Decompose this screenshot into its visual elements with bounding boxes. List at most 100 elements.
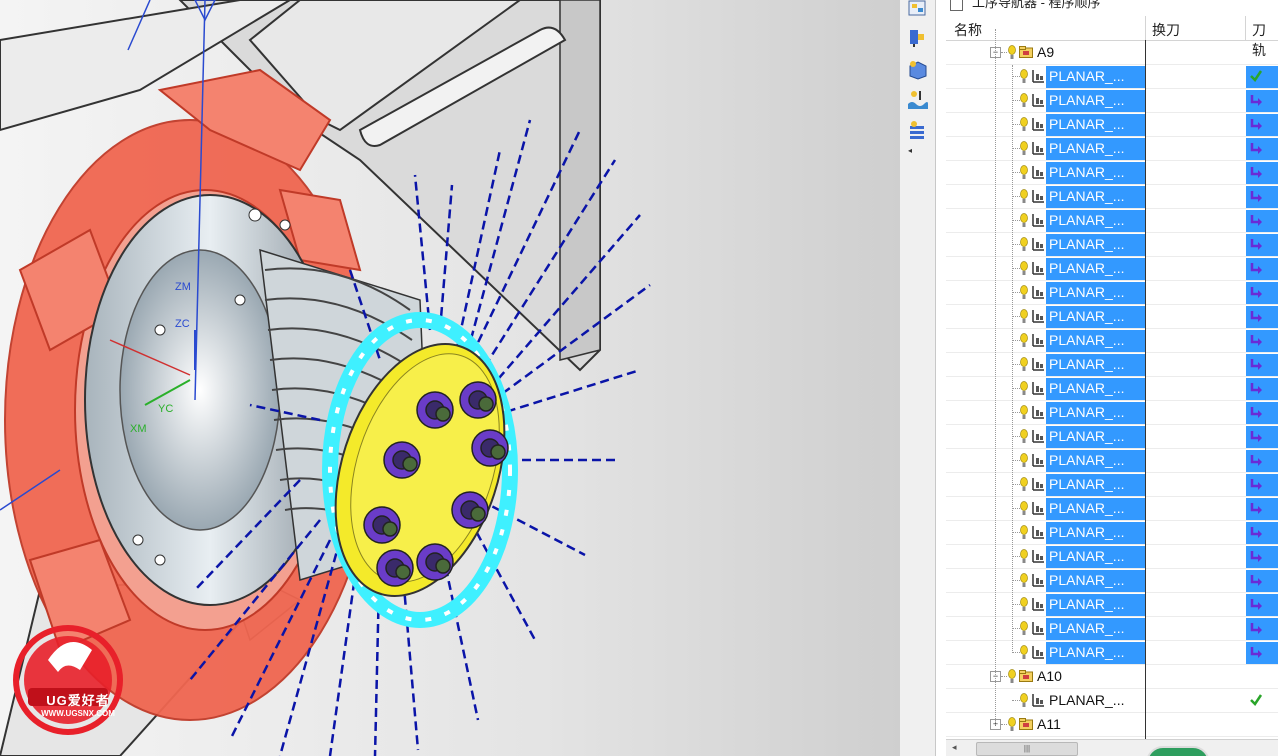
program-group-label: A9 xyxy=(1037,44,1055,60)
machine-tool-view-icon[interactable] xyxy=(906,26,928,48)
yc-axis-label: YC xyxy=(158,403,173,415)
regenerate-path-icon xyxy=(1250,623,1262,634)
lightbulb-icon xyxy=(1020,93,1028,107)
planar-mill-operation-icon xyxy=(1032,622,1044,635)
pin-checkbox[interactable] xyxy=(950,0,963,11)
planar-mill-operation-icon xyxy=(1032,406,1044,419)
program-group-label: A11 xyxy=(1037,716,1061,732)
lightbulb-icon xyxy=(1020,165,1028,179)
planar-mill-operation-icon xyxy=(1032,334,1044,347)
operation-name: PLANAR_... xyxy=(1049,92,1125,108)
regenerate-path-icon xyxy=(1250,503,1262,514)
lightbulb-icon xyxy=(1020,285,1028,299)
regenerate-path-icon xyxy=(1250,335,1262,346)
column-header-tool-change[interactable]: 换刀 xyxy=(1152,20,1180,40)
operation-name: PLANAR_... xyxy=(1049,116,1125,132)
scrollbar-thumb[interactable]: ||| xyxy=(976,742,1078,756)
operation-name: PLANAR_... xyxy=(1049,644,1125,660)
regenerate-path-icon xyxy=(1250,575,1262,586)
lightbulb-icon xyxy=(1020,213,1028,227)
planar-mill-operation-icon xyxy=(1032,142,1044,155)
operation-name: PLANAR_... xyxy=(1049,620,1125,636)
regenerate-path-icon xyxy=(1250,479,1262,490)
regenerate-path-icon xyxy=(1250,311,1262,322)
operation-name: PLANAR_... xyxy=(1049,164,1125,180)
regenerate-path-icon xyxy=(1250,215,1262,226)
operation-name: PLANAR_... xyxy=(1049,356,1125,372)
operation-name: PLANAR_... xyxy=(1049,452,1125,468)
program-order-view-icon[interactable] xyxy=(906,0,928,20)
lightbulb-icon xyxy=(1020,309,1028,323)
operation-name: PLANAR_... xyxy=(1049,572,1125,588)
scroll-left-arrow-icon[interactable]: ◂ xyxy=(952,742,957,753)
zm-axis-label: ZM xyxy=(175,281,191,293)
operation-name: PLANAR_... xyxy=(1049,284,1125,300)
regenerate-path-icon xyxy=(1250,239,1262,250)
operation-name: PLANAR_... xyxy=(1049,212,1125,228)
tree-connector xyxy=(1012,65,1013,653)
planar-mill-operation-icon xyxy=(1032,94,1044,107)
geometry-view-icon[interactable] xyxy=(906,58,928,80)
check-icon xyxy=(1250,694,1263,706)
regenerate-path-icon xyxy=(1250,407,1262,418)
lightbulb-icon xyxy=(1020,357,1028,371)
watermark-brand: UG爱好者 xyxy=(46,693,110,708)
operation-name: PLANAR_... xyxy=(1049,500,1125,516)
regenerate-path-icon xyxy=(1250,359,1262,370)
navigator-title-bar: 工序导航器 - 程序顺序 xyxy=(936,0,1278,12)
planar-mill-operation-icon xyxy=(1032,598,1044,611)
planar-mill-operation-icon xyxy=(1032,694,1044,707)
planar-mill-operation-icon xyxy=(1032,262,1044,275)
lightbulb-icon xyxy=(1020,549,1028,563)
regenerate-path-icon xyxy=(1250,647,1262,658)
lightbulb-icon xyxy=(1020,261,1028,275)
lightbulb-icon xyxy=(1020,69,1028,83)
planar-mill-operation-icon xyxy=(1032,214,1044,227)
column-header-name[interactable]: 名称 xyxy=(954,20,982,40)
lightbulb-icon xyxy=(1020,237,1028,251)
lightbulb-icon xyxy=(1020,693,1028,707)
operation-name: PLANAR_... xyxy=(1049,524,1125,540)
navigator-view-toolbar: ◂ xyxy=(900,0,936,756)
regenerate-path-icon xyxy=(1250,383,1262,394)
check-icon xyxy=(1250,70,1263,82)
program-folder-icon xyxy=(1019,670,1033,682)
regenerate-path-icon xyxy=(1250,455,1262,466)
planar-mill-operation-icon xyxy=(1032,358,1044,371)
cad-model-view[interactable]: ZM ZC YC XM xyxy=(0,0,900,756)
operation-name: PLANAR_... xyxy=(1049,188,1125,204)
operation-name: PLANAR_... xyxy=(1049,404,1125,420)
operation-name: PLANAR_... xyxy=(1049,308,1125,324)
collapse-arrow-icon[interactable]: ◂ xyxy=(908,146,912,155)
lightbulb-icon xyxy=(1008,45,1016,59)
lightbulb-icon xyxy=(1020,405,1028,419)
method-view-icon[interactable] xyxy=(906,88,928,110)
planar-mill-operation-icon xyxy=(1032,310,1044,323)
operation-name: PLANAR_... xyxy=(1049,140,1125,156)
planar-mill-operation-icon xyxy=(1032,646,1044,659)
regenerate-path-icon xyxy=(1250,527,1262,538)
operation-name: PLANAR_... xyxy=(1049,428,1125,444)
horizontal-scrollbar[interactable]: ◂ ||| xyxy=(946,739,1278,756)
planar-mill-operation-icon xyxy=(1032,574,1044,587)
lightbulb-icon xyxy=(1008,669,1016,683)
regenerate-path-icon xyxy=(1250,167,1262,178)
regenerate-path-icon xyxy=(1250,191,1262,202)
operation-navigator: 工序导航器 - 程序顺序 名称 换刀 刀轨 − A9 PLANAR_... PLANA… xyxy=(936,0,1278,756)
regenerate-path-icon xyxy=(1250,287,1262,298)
lightbulb-icon xyxy=(1008,717,1016,731)
planar-mill-operation-icon xyxy=(1032,118,1044,131)
planar-mill-operation-icon xyxy=(1032,286,1044,299)
lightbulb-icon xyxy=(1020,573,1028,587)
operation-list-icon[interactable] xyxy=(906,120,928,142)
lightbulb-icon xyxy=(1020,501,1028,515)
lightbulb-icon xyxy=(1020,117,1028,131)
program-group-label: A10 xyxy=(1037,668,1062,684)
planar-mill-operation-icon xyxy=(1032,238,1044,251)
status-indicator-icon xyxy=(1146,746,1210,756)
column-divider xyxy=(1145,40,1146,740)
lightbulb-icon xyxy=(1020,429,1028,443)
graphics-viewport[interactable]: ZM ZC YC XM UG爱好者 WWW.UGSNX.COM xyxy=(0,0,900,756)
regenerate-path-icon xyxy=(1250,119,1262,130)
operation-name: PLANAR_... xyxy=(1049,596,1125,612)
